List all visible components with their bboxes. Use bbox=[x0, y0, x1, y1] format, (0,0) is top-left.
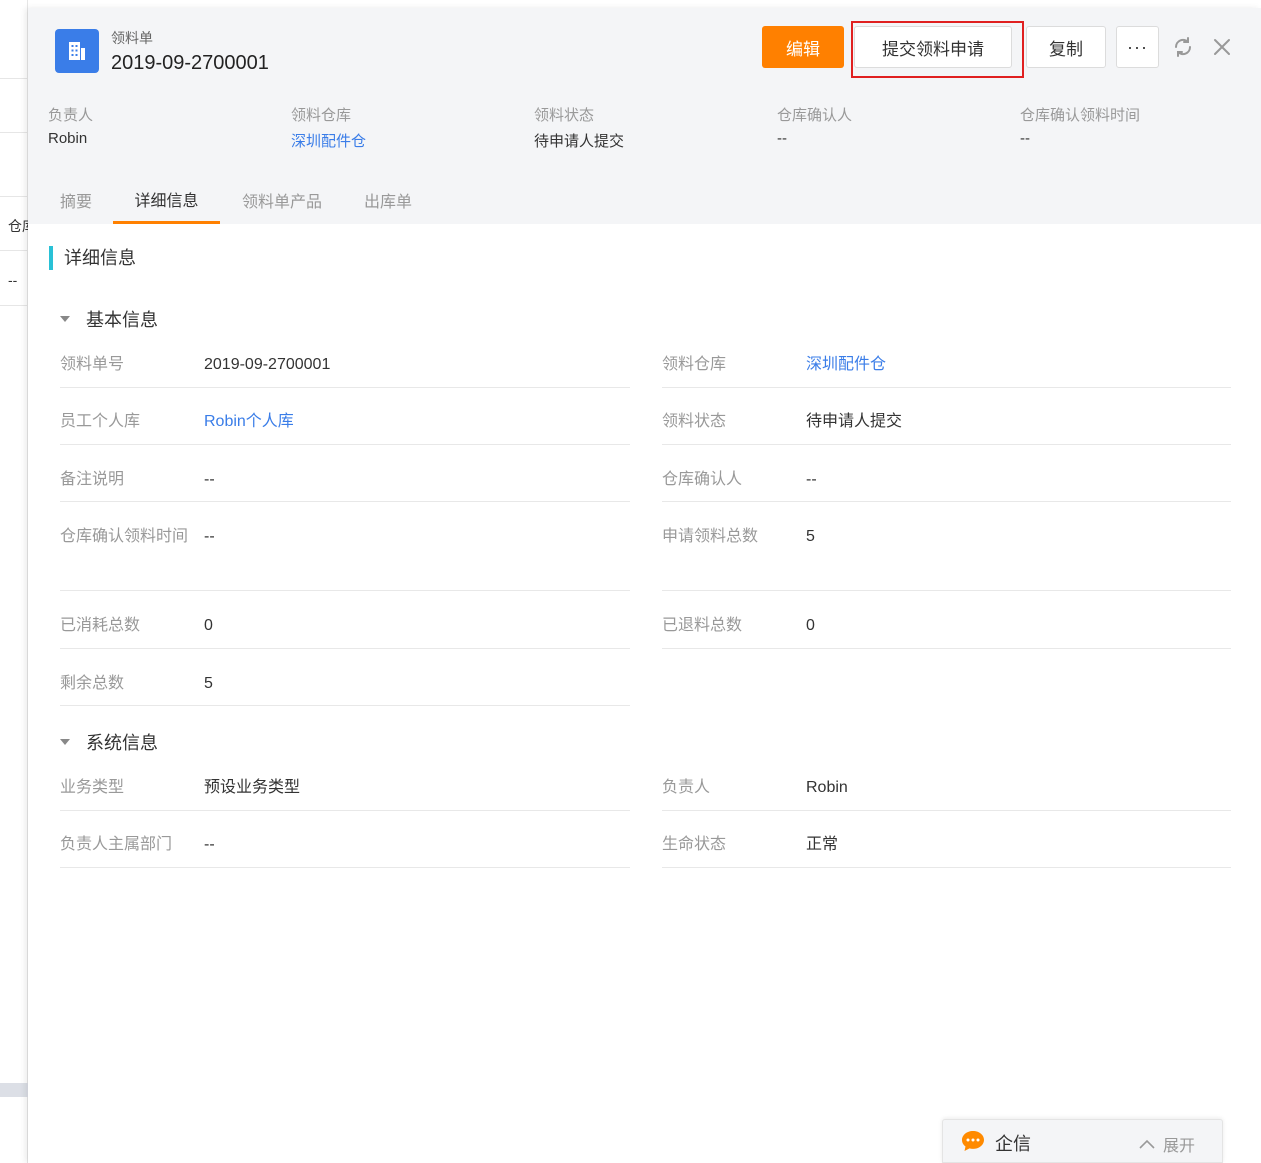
personal-store-link[interactable]: Robin个人库 bbox=[204, 406, 294, 438]
field-label: 申请领料总数 bbox=[662, 528, 759, 545]
tab-outbound[interactable]: 出库单 bbox=[354, 176, 422, 224]
summary-label: 领料仓库 bbox=[291, 107, 352, 124]
background-divider bbox=[0, 78, 28, 79]
section-title: 详细信息 bbox=[49, 246, 136, 270]
field-label: 已退料总数 bbox=[662, 617, 743, 634]
background-scrollbar[interactable] bbox=[0, 1083, 28, 1097]
caret-down-icon bbox=[60, 316, 70, 322]
group-title: 系统信息 bbox=[86, 733, 158, 753]
refresh-icon[interactable] bbox=[1171, 35, 1195, 59]
chat-expand-label: 展开 bbox=[1163, 1138, 1196, 1155]
chevron-up-icon bbox=[1139, 1139, 1155, 1149]
summary-confirmer: 仓库确认人 -- bbox=[777, 104, 852, 147]
close-icon[interactable] bbox=[1210, 35, 1234, 59]
submit-request-button[interactable]: 提交领料申请 bbox=[854, 26, 1012, 68]
field-personal-store: 员工个人库 Robin个人库 bbox=[60, 406, 630, 445]
background-divider bbox=[0, 196, 28, 197]
summary-value: -- bbox=[1020, 130, 1030, 147]
field-label: 领料单号 bbox=[60, 356, 125, 373]
field-label: 领料仓库 bbox=[662, 356, 727, 373]
field-label: 业务类型 bbox=[60, 779, 125, 796]
group-basic-info[interactable]: 基本信息 bbox=[60, 306, 158, 332]
field-value: 正常 bbox=[806, 836, 839, 853]
summary-value: Robin bbox=[48, 130, 88, 147]
copy-button[interactable]: 复制 bbox=[1026, 26, 1106, 68]
field-business-type: 业务类型 预设业务类型 bbox=[60, 772, 630, 811]
building-icon bbox=[55, 29, 99, 73]
field-value: 2019-09-2700001 bbox=[204, 356, 331, 373]
summary-confirm-time: 仓库确认领料时间 -- bbox=[1020, 104, 1140, 147]
field-value: 待申请人提交 bbox=[806, 413, 903, 430]
field-value: 预设业务类型 bbox=[204, 779, 301, 796]
field-owner-department: 负责人主属部门 -- bbox=[60, 829, 630, 868]
field-label: 负责人主属部门 bbox=[60, 836, 173, 853]
field-requisition-no: 领料单号 2019-09-2700001 bbox=[60, 349, 630, 388]
field-confirm-time: 仓库确认领料时间 -- bbox=[60, 521, 630, 591]
field-label: 生命状态 bbox=[662, 836, 727, 853]
field-remaining-total: 剩余总数 5 bbox=[60, 668, 630, 706]
chat-title: 企信 bbox=[995, 1134, 1031, 1154]
background-column-header: 仓库 bbox=[8, 218, 28, 234]
field-value: -- bbox=[204, 471, 215, 488]
summary-label: 领料状态 bbox=[534, 107, 595, 124]
field-warehouse: 领料仓库 深圳配件仓 bbox=[662, 349, 1231, 388]
field-value: -- bbox=[204, 836, 215, 853]
background-divider bbox=[0, 305, 28, 306]
field-owner: 负责人 Robin bbox=[662, 772, 1231, 811]
group-title: 基本信息 bbox=[86, 310, 158, 330]
summary-label: 仓库确认人 bbox=[777, 107, 853, 124]
warehouse-link[interactable]: 深圳配件仓 bbox=[291, 130, 366, 151]
field-value: -- bbox=[806, 471, 817, 488]
edit-button[interactable]: 编辑 bbox=[762, 26, 844, 68]
field-remarks: 备注说明 -- bbox=[60, 464, 630, 502]
field-value: 0 bbox=[204, 617, 213, 634]
summary-owner: 负责人 Robin bbox=[48, 104, 93, 147]
field-value: -- bbox=[204, 528, 215, 545]
detail-panel: 领料单 2019-09-2700001 编辑 提交领料申请 复制 ··· 负责人… bbox=[28, 8, 1261, 1163]
field-label: 负责人 bbox=[662, 779, 711, 796]
detail-header: 领料单 2019-09-2700001 编辑 提交领料申请 复制 ··· 负责人… bbox=[28, 8, 1261, 224]
background-divider bbox=[0, 132, 28, 133]
background-divider bbox=[0, 250, 28, 251]
field-status: 领料状态 待申请人提交 bbox=[662, 406, 1231, 445]
field-life-status: 生命状态 正常 bbox=[662, 829, 1231, 868]
chat-widget[interactable]: 企信 展开 bbox=[942, 1119, 1223, 1163]
caret-down-icon bbox=[60, 739, 70, 745]
field-value: Robin bbox=[806, 779, 848, 796]
summary-status: 领料状态 待申请人提交 bbox=[534, 104, 624, 151]
field-value: 5 bbox=[806, 528, 815, 545]
chat-expand-button[interactable]: 展开 bbox=[1139, 1132, 1195, 1156]
summary-label: 仓库确认领料时间 bbox=[1020, 107, 1141, 124]
field-value: 0 bbox=[806, 617, 815, 634]
field-requested-total: 申请领料总数 5 bbox=[662, 521, 1231, 591]
field-label: 已消耗总数 bbox=[60, 617, 141, 634]
background-cell: -- bbox=[8, 272, 18, 288]
object-type-label: 领料单 bbox=[111, 30, 153, 46]
summary-value: 待申请人提交 bbox=[534, 133, 625, 150]
field-label: 仓库确认领料时间 bbox=[60, 528, 189, 545]
group-system-info[interactable]: 系统信息 bbox=[60, 729, 158, 755]
tab-summary[interactable]: 摘要 bbox=[48, 176, 104, 224]
more-actions-button[interactable]: ··· bbox=[1116, 26, 1159, 68]
tab-products[interactable]: 领料单产品 bbox=[233, 176, 331, 224]
summary-warehouse: 领料仓库 深圳配件仓 bbox=[291, 104, 366, 151]
field-consumed-total: 已消耗总数 0 bbox=[60, 610, 630, 649]
field-confirmer: 仓库确认人 -- bbox=[662, 464, 1231, 502]
field-label: 剩余总数 bbox=[60, 675, 125, 692]
chat-bubble-icon bbox=[961, 1130, 985, 1152]
field-value: 5 bbox=[204, 675, 213, 692]
field-label: 领料状态 bbox=[662, 413, 727, 430]
warehouse-link[interactable]: 深圳配件仓 bbox=[806, 349, 886, 381]
page-title: 2019-09-2700001 bbox=[111, 52, 269, 74]
background-list: 仓库 -- bbox=[0, 0, 28, 1163]
tab-details[interactable]: 详细信息 bbox=[113, 176, 220, 224]
field-label: 备注说明 bbox=[60, 471, 125, 488]
field-label: 仓库确认人 bbox=[662, 471, 743, 488]
summary-label: 负责人 bbox=[48, 107, 94, 124]
summary-value: -- bbox=[777, 130, 787, 147]
field-returned-total: 已退料总数 0 bbox=[662, 610, 1231, 649]
field-label: 员工个人库 bbox=[60, 413, 141, 430]
